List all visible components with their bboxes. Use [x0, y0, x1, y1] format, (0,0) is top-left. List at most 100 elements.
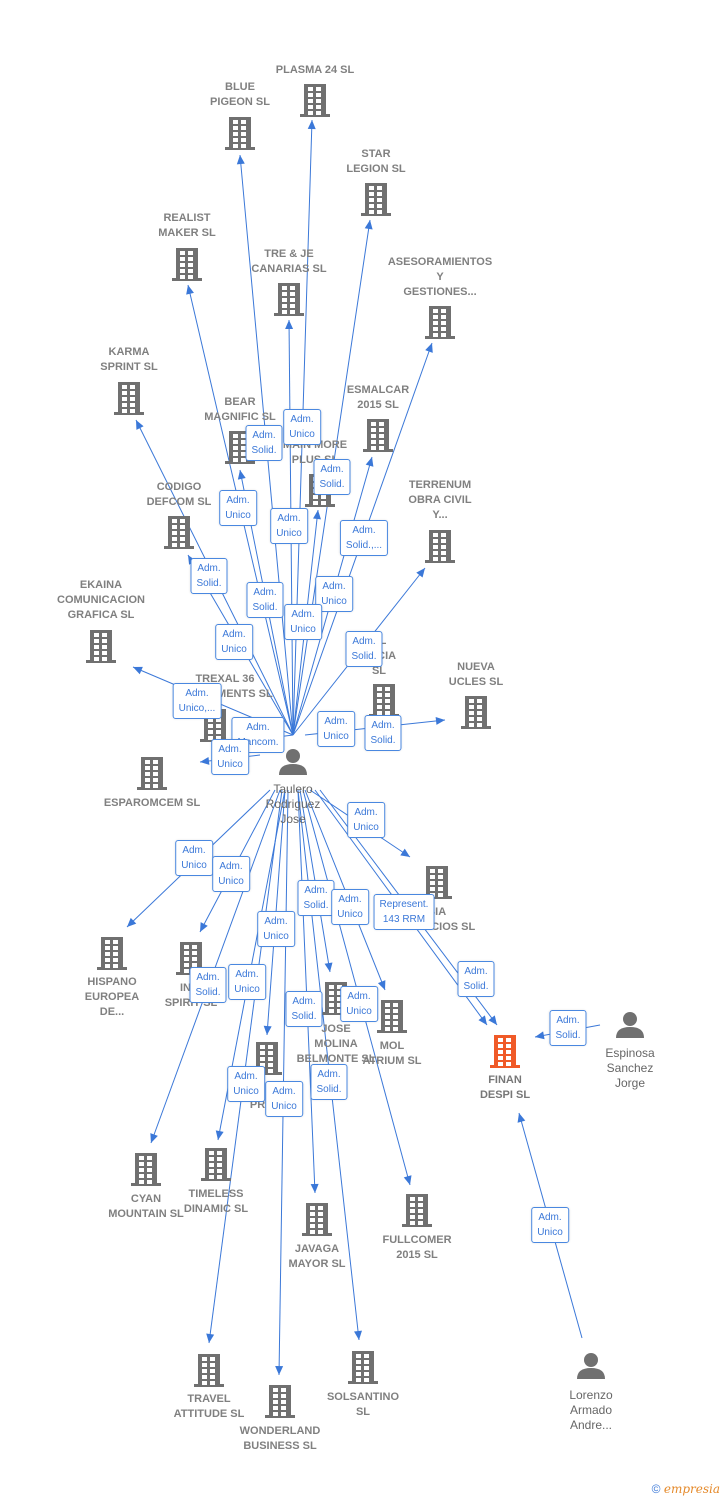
- edge-role-label[interactable]: Adm. Unico: [227, 1066, 265, 1102]
- building-icon[interactable]: [363, 419, 393, 452]
- edge-role-label[interactable]: Adm. Solid.: [313, 459, 351, 495]
- building-icon[interactable]: [425, 530, 455, 563]
- edge-role-text: Unico: [353, 822, 379, 833]
- node-label-wonderland[interactable]: WONDERLAND BUSINESS SL: [240, 1424, 321, 1454]
- building-icon[interactable]: [164, 516, 194, 549]
- node-label-codigo[interactable]: CODIGO DEFCOM SL: [147, 480, 212, 510]
- node-label-karma[interactable]: KARMA SPRINT SL: [100, 345, 157, 375]
- node-label-taulero[interactable]: Taulero Rodriguez Jose: [266, 782, 321, 827]
- node-label-star[interactable]: STAR LEGION SL: [346, 147, 405, 177]
- building-icon[interactable]: [490, 1035, 520, 1068]
- building-icon[interactable]: [377, 1000, 407, 1033]
- node-label-plasma[interactable]: PLASMA 24 SL: [276, 63, 354, 78]
- node-label-javaga[interactable]: JAVAGA MAYOR SL: [288, 1242, 345, 1272]
- edge-role-label[interactable]: Adm. Solid.: [189, 967, 227, 1003]
- node-label-cyan[interactable]: CYAN MOUNTAIN SL: [108, 1192, 184, 1222]
- edge-role-label[interactable]: Adm. Solid.: [246, 582, 284, 618]
- node-label-fullcomer[interactable]: FULLCOMER 2015 SL: [382, 1233, 451, 1263]
- edge-role-text: Adm.: [464, 966, 488, 977]
- building-icon[interactable]: [131, 1153, 161, 1186]
- edge-role-label[interactable]: Adm. Solid.,...: [339, 520, 389, 556]
- node-label-line: ATTITUDE SL: [173, 1408, 245, 1420]
- edge-role-label[interactable]: Adm. Solid.: [297, 880, 335, 916]
- edge-role-label[interactable]: Adm. Unico: [317, 711, 355, 747]
- arrowhead-icon: [310, 1183, 319, 1193]
- building-icon[interactable]: [172, 248, 202, 281]
- building-icon[interactable]: [274, 283, 304, 316]
- edge-role-label[interactable]: Represent. 143 RRM: [373, 894, 435, 930]
- building-icon[interactable]: [425, 306, 455, 339]
- node-label-bear[interactable]: BEAR MAGNIFIC SL: [204, 395, 276, 425]
- person-icon[interactable]: [577, 1353, 605, 1379]
- edge-role-label[interactable]: Adm. Unico: [265, 1081, 303, 1117]
- building-icon[interactable]: [369, 684, 399, 717]
- node-label-mol[interactable]: MOL ATRIUM SL: [362, 1039, 421, 1069]
- node-label-travel[interactable]: TRAVEL ATTITUDE SL: [174, 1392, 245, 1422]
- edge-role-label[interactable]: Adm. Unico: [175, 840, 213, 876]
- node-label-realist[interactable]: REALIST MAKER SL: [158, 211, 215, 241]
- building-icon[interactable]: [194, 1354, 224, 1387]
- building-icon[interactable]: [225, 117, 255, 150]
- edge-role-label[interactable]: Adm. Unico: [212, 856, 250, 892]
- node-label-timeless[interactable]: TIMELESS DINAMIC SL: [184, 1187, 248, 1217]
- node-label-line: ESPAROMCEM SL: [103, 797, 201, 809]
- edge-role-label[interactable]: Adm. Unico: [340, 986, 378, 1022]
- building-icon[interactable]: [86, 630, 116, 663]
- person-icon[interactable]: [616, 1012, 644, 1038]
- edge-role-text: Adm.: [556, 1015, 580, 1026]
- edge-role-label[interactable]: Adm. Solid.: [245, 425, 283, 461]
- building-icon[interactable]: [137, 757, 167, 790]
- arrowhead-icon: [285, 320, 294, 330]
- node-label-terrenum[interactable]: TERRENUM OBRA CIVIL Y...: [408, 478, 471, 523]
- edge-role-label[interactable]: Adm. Unico: [270, 508, 308, 544]
- arrowhead-icon: [324, 962, 333, 972]
- edge-role-label[interactable]: Adm. Unico: [283, 409, 321, 445]
- node-label-solsantino[interactable]: SOLSANTINO SL: [327, 1390, 399, 1420]
- edge-role-text: Solid.: [195, 987, 221, 998]
- building-icon[interactable]: [97, 937, 127, 970]
- node-label-esmalcar[interactable]: ESMALCAR 2015 SL: [347, 383, 409, 413]
- edge-role-label[interactable]: Adm. Unico: [228, 964, 266, 1000]
- node-label-nueva[interactable]: NUEVA UCLES SL: [449, 660, 503, 690]
- edge-role-label[interactable]: Adm. Solid.: [285, 991, 323, 1027]
- edge-role-label[interactable]: Adm. Unico,...: [172, 683, 222, 719]
- node-label-lorenzo[interactable]: Lorenzo Armado Andre...: [569, 1388, 612, 1433]
- brand-logo[interactable]: empresia: [664, 1482, 720, 1496]
- edge-role-label[interactable]: Adm. Unico: [257, 911, 295, 947]
- node-label-asesor[interactable]: ASESORAMIENTOS Y GESTIONES...: [388, 255, 492, 300]
- edge-role-label[interactable]: Adm. Unico: [284, 604, 322, 640]
- building-icon[interactable]: [114, 382, 144, 415]
- building-icon[interactable]: [265, 1385, 295, 1418]
- node-label-treje[interactable]: TRE & JE CANARIAS SL: [251, 247, 326, 277]
- node-label-hispano[interactable]: HISPANO EUROPEA DE...: [85, 975, 139, 1020]
- edge-role-label[interactable]: Adm. Solid.: [364, 715, 402, 751]
- node-label-esparomcem[interactable]: ESPAROMCEM SL: [104, 796, 200, 811]
- building-icon[interactable]: [348, 1351, 378, 1384]
- node-label-finan[interactable]: FINAN DESPI SL: [480, 1073, 530, 1103]
- edge-role-text: Adm.: [347, 991, 371, 1002]
- person-icon[interactable]: [279, 749, 307, 775]
- building-icon[interactable]: [402, 1194, 432, 1227]
- edges-layer: [86, 84, 644, 1418]
- edge-role-label[interactable]: Adm. Unico: [331, 889, 369, 925]
- edge-role-label[interactable]: Adm. Unico: [215, 624, 253, 660]
- node-label-espinosa[interactable]: Espinosa Sanchez Jorge: [605, 1046, 654, 1091]
- building-icon[interactable]: [361, 183, 391, 216]
- edge-role-label[interactable]: Adm. Unico: [531, 1207, 569, 1243]
- node-label-blue[interactable]: BLUE PIGEON SL: [210, 80, 270, 110]
- edge-role-text: Adm.: [185, 688, 209, 699]
- edge-role-label[interactable]: Adm. Unico: [347, 802, 385, 838]
- edge-role-label[interactable]: Adm. Solid.: [345, 631, 383, 667]
- building-icon[interactable]: [302, 1203, 332, 1236]
- edge-role-label[interactable]: Adm. Solid.: [190, 558, 228, 594]
- edge-role-label[interactable]: Adm. Unico: [211, 739, 249, 775]
- edge-role-label[interactable]: Adm. Solid.: [457, 961, 495, 997]
- building-icon[interactable]: [201, 1148, 231, 1181]
- edge-role-text: Solid.: [291, 1011, 317, 1022]
- building-icon[interactable]: [461, 696, 491, 729]
- edge-role-label[interactable]: Adm. Solid.: [549, 1010, 587, 1046]
- node-label-ekaina[interactable]: EKAINA COMUNICACION GRAFICA SL: [57, 578, 145, 623]
- edge-role-label[interactable]: Adm. Unico: [219, 490, 257, 526]
- building-icon[interactable]: [300, 84, 330, 117]
- edge-role-label[interactable]: Adm. Solid.: [310, 1064, 348, 1100]
